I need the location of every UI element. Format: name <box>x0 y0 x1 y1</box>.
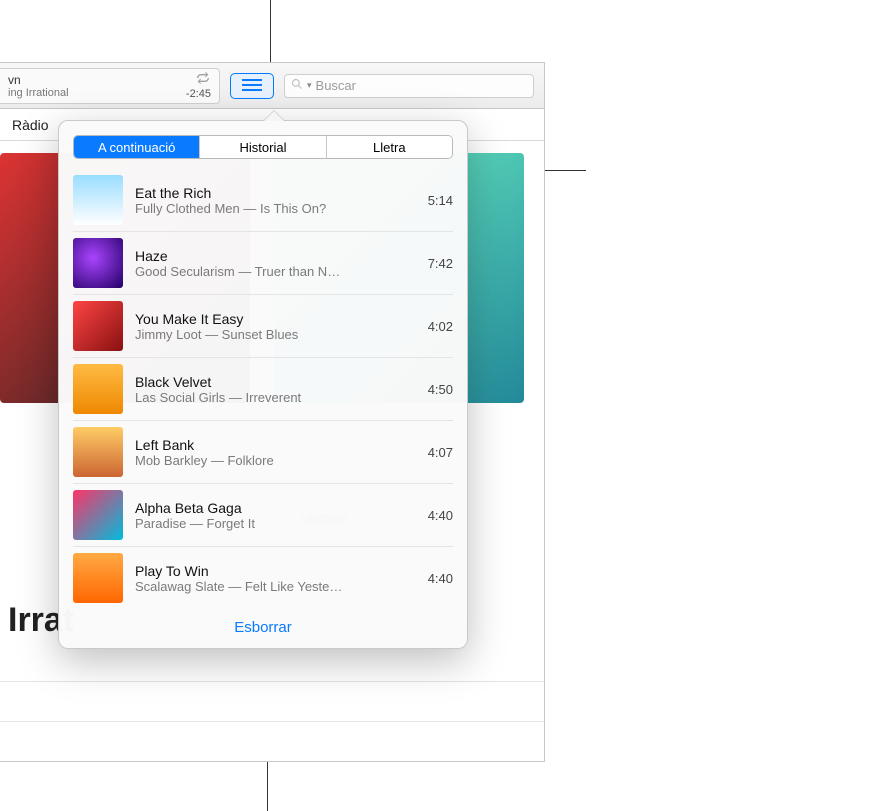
track-duration: 4:50 <box>428 382 453 397</box>
track-subtitle: Fully Clothed Men — Is This On? <box>135 201 416 216</box>
track-subtitle: Mob Barkley — Folklore <box>135 453 416 468</box>
segment-lyrics[interactable]: Lletra <box>327 136 452 158</box>
queue-item[interactable]: You Make It Easy Jimmy Loot — Sunset Blu… <box>73 295 453 358</box>
track-duration: 4:40 <box>428 571 453 586</box>
album-art-thumb <box>73 301 123 351</box>
album-art-thumb <box>73 364 123 414</box>
track-title: Play To Win <box>135 563 416 579</box>
clear-button[interactable]: Esborrar <box>234 619 292 636</box>
now-playing-text: vn ing Irrational <box>8 73 69 99</box>
track-subtitle: Paradise — Forget It <box>135 516 416 531</box>
chevron-down-icon: ▾ <box>307 80 312 91</box>
track-duration: 5:14 <box>428 193 453 208</box>
search-input[interactable]: ▾ Buscar <box>284 74 534 98</box>
up-next-button[interactable] <box>230 73 274 99</box>
annotation-line-top <box>270 0 271 62</box>
album-art-thumb <box>73 553 123 603</box>
up-next-popover: A continuació Historial Lletra Eat the R… <box>58 120 468 649</box>
queue-item[interactable]: Play To Win Scalawag Slate — Felt Like Y… <box>73 547 453 609</box>
track-subtitle: Good Secularism — Truer than N… <box>135 264 416 279</box>
segment-up-next[interactable]: A continuació <box>74 136 200 158</box>
track-title: Haze <box>135 248 416 264</box>
queue-item[interactable]: Eat the Rich Fully Clothed Men — Is This… <box>73 169 453 232</box>
segmented-control: A continuació Historial Lletra <box>73 135 453 159</box>
track-subtitle: Las Social Girls — Irreverent <box>135 390 416 405</box>
track-duration: 7:42 <box>428 256 453 271</box>
track-duration: 4:40 <box>428 508 453 523</box>
track-title: Left Bank <box>135 437 416 453</box>
track-subtitle: Scalawag Slate — Felt Like Yeste… <box>135 579 416 594</box>
search-icon <box>291 78 303 93</box>
now-playing-right: -2:45 <box>186 72 211 100</box>
queue-list: Eat the Rich Fully Clothed Men — Is This… <box>59 169 467 609</box>
now-playing-display[interactable]: vn ing Irrational -2:45 <box>0 68 220 104</box>
track-title: Black Velvet <box>135 374 416 390</box>
repeat-icon[interactable] <box>195 72 211 87</box>
track-title: You Make It Easy <box>135 311 416 327</box>
queue-item[interactable]: Left Bank Mob Barkley — Folklore 4:07 <box>73 421 453 484</box>
track-title: Eat the Rich <box>135 185 416 201</box>
album-art-thumb <box>73 175 123 225</box>
list-item[interactable] <box>0 681 544 721</box>
queue-item[interactable]: Haze Good Secularism — Truer than N… 7:4… <box>73 232 453 295</box>
list-item[interactable] <box>0 721 544 761</box>
list-rows-bg <box>0 681 544 761</box>
queue-item[interactable]: Black Velvet Las Social Girls — Irrevere… <box>73 358 453 421</box>
search-placeholder: Buscar <box>316 78 356 93</box>
album-art-thumb <box>73 490 123 540</box>
segment-history[interactable]: Historial <box>200 136 326 158</box>
toolbar: vn ing Irrational -2:45 ▾ Buscar <box>0 63 544 109</box>
now-playing-title: vn <box>8 73 69 87</box>
track-duration: 4:07 <box>428 445 453 460</box>
album-art-thumb <box>73 238 123 288</box>
track-subtitle: Jimmy Loot — Sunset Blues <box>135 327 416 342</box>
tab-radio[interactable]: Ràdio <box>12 117 49 133</box>
now-playing-subtitle: ing Irrational <box>8 87 69 99</box>
queue-item[interactable]: Alpha Beta Gaga Paradise — Forget It 4:4… <box>73 484 453 547</box>
time-remaining: -2:45 <box>186 88 211 100</box>
track-title: Alpha Beta Gaga <box>135 500 416 516</box>
album-art-thumb <box>73 427 123 477</box>
track-duration: 4:02 <box>428 319 453 334</box>
